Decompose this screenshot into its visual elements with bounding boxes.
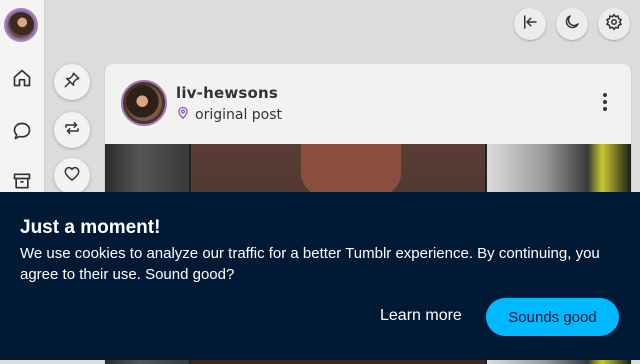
reblog-icon [63, 119, 81, 141]
gear-icon [605, 13, 623, 35]
pin-button[interactable] [54, 64, 90, 100]
pin-icon [63, 71, 81, 93]
kebab-icon [602, 92, 608, 116]
post-avatar[interactable] [121, 80, 167, 126]
chat-icon[interactable] [10, 119, 34, 143]
collapse-sidebar-button[interactable] [514, 8, 546, 40]
location-pin-icon [176, 106, 190, 124]
post-avatar-image [126, 85, 162, 121]
post-username[interactable]: liv-hewsons [176, 84, 278, 102]
cookie-banner: Just a moment! We use cookies to analyze… [0, 192, 640, 360]
post-origin: original post [176, 106, 282, 124]
avatar-image [8, 12, 34, 38]
heart-icon [63, 165, 81, 187]
original-post-label: original post [195, 107, 283, 123]
moon-icon [563, 13, 581, 35]
like-button[interactable] [54, 158, 90, 194]
learn-more-link[interactable]: Learn more [380, 307, 462, 325]
cookie-banner-message: We use cookies to analyze our traffic fo… [20, 245, 600, 283]
home-icon[interactable] [10, 66, 34, 90]
theme-toggle-button[interactable] [556, 8, 588, 40]
sounds-good-button[interactable]: Sounds good [486, 298, 619, 336]
settings-button[interactable] [598, 8, 630, 40]
reblog-button[interactable] [54, 112, 90, 148]
archive-icon[interactable] [10, 169, 34, 193]
collapse-left-icon [521, 13, 539, 35]
post-menu-button[interactable] [593, 92, 617, 116]
user-avatar[interactable] [4, 8, 38, 42]
cookie-banner-title: Just a moment! [20, 217, 161, 238]
